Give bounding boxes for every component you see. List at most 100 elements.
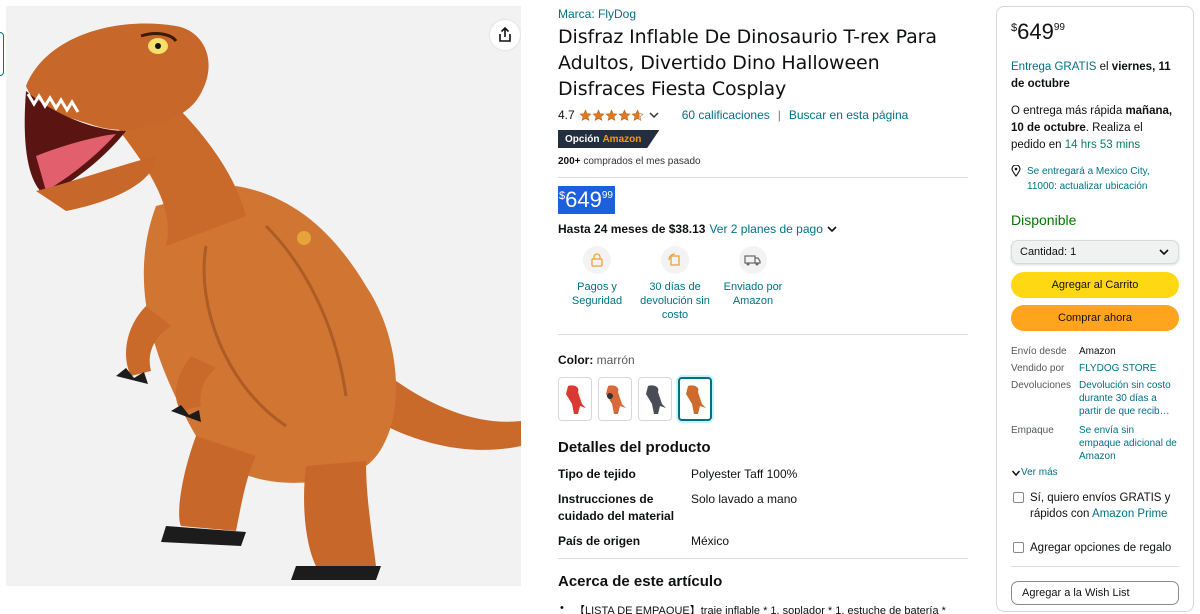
feature-label: Enviado por Amazon [723,281,783,307]
free-delivery-link[interactable]: Entrega GRATIS [1011,61,1096,73]
delivery-location[interactable]: Se entregará a Mexico City, 11000: actua… [1011,164,1179,194]
details-heading: Detalles del producto [558,439,711,456]
star-icon [618,108,631,121]
return-icon [661,246,689,274]
chevron-down-icon [1159,249,1169,256]
details-value: Polyester Taff 100% [691,467,798,481]
info-key: Empaque [1011,425,1054,436]
see-more-link[interactable]: Ver más [1011,467,1179,478]
divider [558,177,968,178]
fast-delivery-info: O entrega más rápida mañana, 10 de octub… [1011,103,1179,154]
ratings-count-link[interactable]: 60 calificaciones [682,108,770,122]
bought-count: 200+ [558,156,581,167]
product-main-image[interactable] [6,6,521,586]
chevron-down-icon[interactable] [648,109,660,121]
price-whole: 649 [1017,19,1054,44]
details-key: Instrucciones de cuidado del material [558,492,675,523]
dino-thumbnail-black [646,385,666,414]
swatch-red[interactable] [558,377,592,421]
info-row: Vendido por FLYDOG STORE [1011,362,1179,375]
info-row: Devoluciones Devolución sin costo durant… [1011,379,1179,418]
gift-checkbox[interactable] [1013,542,1024,553]
info-key: Devoluciones [1011,380,1072,391]
prime-checkbox[interactable] [1013,492,1024,503]
details-key: Tipo de tejido [558,467,636,481]
prime-option[interactable]: Sí, quiero envíos GRATIS y rápidos con A… [1011,490,1179,522]
about-bullet: 【LISTA DE EMPAQUE】traje inflable * 1, so… [558,602,968,614]
seller-link[interactable]: FLYDOG STORE [1079,362,1177,375]
location-pin-icon [1011,165,1021,177]
feature-label: Pagos y Seguridad [571,281,623,307]
add-to-cart-button[interactable]: Agregar al Carrito [1011,272,1179,298]
trex-costume-illustration [24,23,521,580]
dino-thumbnail-brown [686,385,706,414]
amazon-prime-link[interactable]: Amazon Prime [1092,508,1167,520]
feature-secure-payment[interactable]: Pagos y Seguridad [558,246,636,322]
fast-prefix: O entrega más rápida [1011,105,1123,117]
rating-value: 4.7 [558,108,575,122]
brand-link[interactable]: Marca: FlyDog [558,6,968,22]
dino-thumbnail-mixed [606,385,626,414]
secure-payment-icon [583,246,611,274]
buybox-price: $ 649 99 [1011,19,1179,47]
add-to-wishlist-button[interactable]: Agregar a la Wish List [1011,581,1179,605]
thumbnail-selected-indicator[interactable] [0,32,4,76]
availability-status: Disponible [1011,212,1077,228]
separator: | [777,108,781,122]
swatch-black[interactable] [638,377,672,421]
color-value: marrón [596,353,635,367]
divider [558,334,968,335]
delivery-mid: el [1099,61,1109,73]
divider [558,558,968,559]
price-fraction: 99 [601,190,613,201]
location-text[interactable]: Se entregará a Mexico City, 11000: actua… [1027,164,1179,194]
chevron-down-icon[interactable] [826,223,838,235]
feature-returns[interactable]: 30 días de devolución sin costo [636,246,714,322]
details-row: Tipo de tejido Polyester Taff 100% [558,466,968,483]
gift-option[interactable]: Agregar opciones de regalo [1011,540,1179,556]
product-info-column: Marca: FlyDog Disfraz Inflable De Dinosa… [558,6,968,614]
feature-label: 30 días de devolución sin costo [640,281,710,321]
product-title: Disfraz Inflable De Dinosaurio T-rex Par… [558,26,937,100]
share-icon [499,27,511,42]
bought-last-month: 200+ comprados el mes pasado [558,156,968,167]
details-row: País de origen México [558,533,968,550]
price-fraction: 99 [1053,22,1065,33]
packaging-link[interactable]: Se envía sin empaque adicional de Amazon [1079,424,1177,463]
installments-row: Hasta 24 meses de $38.13 Ver 2 planes de… [558,222,968,236]
about-heading: Acerca de este artículo [558,573,723,590]
buy-now-button[interactable]: Comprar ahora [1011,305,1179,331]
star-icon [579,108,592,121]
quantity-select[interactable]: Cantidad: 1 [1011,240,1179,264]
star-icon [631,108,644,121]
buy-box: $ 649 99 Entrega GRATIS el viernes, 11 d… [996,6,1194,612]
star-icon [592,108,605,121]
color-label: Color: [558,353,594,367]
info-key: Envío desde [1011,346,1067,357]
feature-shipped-by-amazon[interactable]: Enviado por Amazon [714,246,792,322]
details-row: Instrucciones de cuidado del material So… [558,491,968,525]
details-table: Tipo de tejido Polyester Taff 100% Instr… [558,466,968,550]
swatch-brown[interactable] [678,377,712,421]
details-value: México [691,534,730,548]
delivery-truck-icon [739,246,767,274]
price-display: $ 649 99 [558,186,615,214]
swatch-pink[interactable] [598,377,632,421]
details-key: País de origen [558,534,641,548]
details-value: Solo lavado a mano [691,492,798,506]
share-button[interactable] [490,20,520,50]
delivery-info: Entrega GRATIS el viernes, 11 de octubre [1011,59,1179,93]
divider [1011,566,1179,567]
prime-text: Sí, quiero envíos GRATIS y rápidos con A… [1030,490,1179,522]
amazon-choice-badge[interactable]: Opción Amazon [558,130,660,148]
color-swatches [558,377,968,421]
gift-label: Agregar opciones de regalo [1030,542,1172,554]
search-page-link[interactable]: Buscar en esta página [789,108,908,122]
star-rating[interactable] [579,108,644,122]
rating-row: 4.7 60 calificaciones | Buscar en esta p… [558,106,968,124]
payment-plans-link[interactable]: Ver 2 planes de pago [709,222,822,236]
badge-prefix: Opción [565,133,600,145]
returns-link[interactable]: Devolución sin costo durante 30 días a p… [1079,379,1177,418]
order-countdown: 14 hrs 53 mins [1064,139,1141,151]
feature-icons-row: Pagos y Seguridad 30 días de devolución … [558,246,968,322]
